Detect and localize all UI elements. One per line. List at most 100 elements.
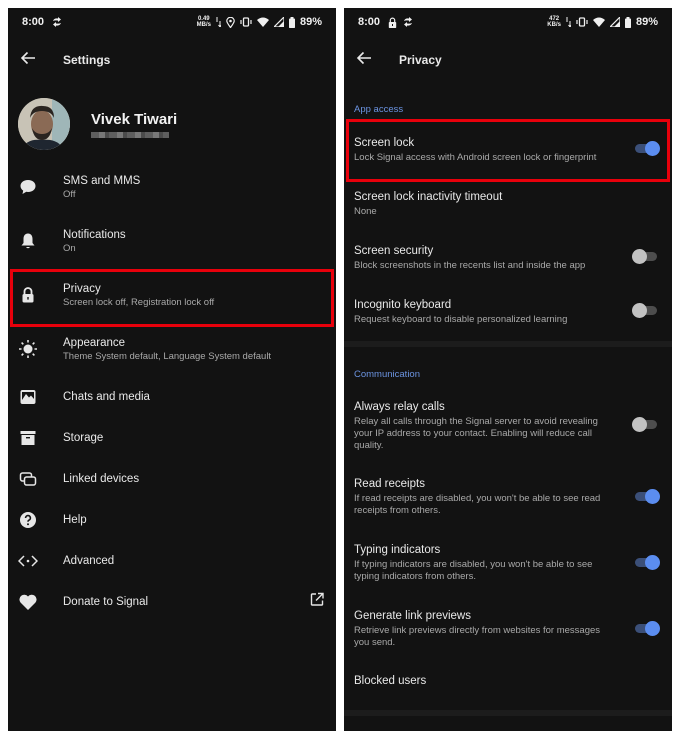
vibrate-icon [576, 17, 588, 27]
pref-summary: None [354, 206, 377, 217]
menu-item-label: Privacy [63, 282, 101, 295]
menu-item-label: Linked devices [63, 472, 140, 485]
section-title-app-access: App access [354, 104, 404, 115]
pref-label: Screen security [354, 245, 434, 257]
profile-name: Vivek Tiwari [91, 110, 178, 128]
pref-label: Incognito keyboard [354, 299, 452, 311]
screen-lock-toggle[interactable] [632, 141, 660, 156]
arrow-left-icon [20, 51, 36, 70]
menu-item-help[interactable]: Help [8, 499, 336, 540]
menu-item-summary: On [63, 242, 76, 254]
menu-item-notifications[interactable]: Notifications On [8, 214, 336, 268]
settings-menu: SMS and MMS Off Notifications On Privacy Sc… [8, 160, 336, 622]
profile-phone-blurred [91, 131, 169, 138]
net-speed: 0.49 MB/s [197, 16, 211, 28]
page-title: Settings [63, 53, 111, 67]
menu-item-label: Advanced [63, 554, 115, 567]
pref-generate-link-previews[interactable]: Generate link previews Retrieve link pre… [344, 598, 672, 664]
battery-percent: 89% [299, 16, 322, 28]
battery-icon [288, 16, 295, 28]
signal-icon [609, 17, 620, 27]
pref-summary: Relay all calls through the Signal serve… [354, 416, 598, 451]
menu-item-sms-and-mms[interactable]: SMS and MMS Off [8, 160, 336, 214]
menu-item-summary: Screen lock off, Registration lock off [63, 296, 215, 308]
menu-item-summary: Theme System default, Language System de… [63, 350, 272, 362]
pref-label: Screen lock inactivity timeout [354, 191, 503, 203]
menu-item-label: Help [63, 513, 87, 526]
link-previews-toggle[interactable] [632, 621, 660, 636]
pref-summary: Retrieve link previews directly from web… [354, 625, 601, 648]
menu-item-label: Chats and media [63, 390, 150, 403]
back-button[interactable] [8, 46, 48, 74]
pref-blocked-users[interactable]: Blocked users [344, 664, 672, 704]
menu-item-label: Notifications [63, 228, 126, 241]
data-arrows-icon [216, 17, 221, 27]
menu-item-chats-and-media[interactable]: Chats and media [8, 376, 336, 417]
net-speed-unit: MB/s [196, 22, 211, 28]
status-bar: 8:00 472 KB/s 89% [344, 8, 672, 36]
pref-typing-indicators[interactable]: Typing indicators If typing indicators a… [344, 532, 672, 598]
pref-summary: Lock Signal access with Android screen l… [354, 152, 597, 163]
linked-devices-icon [8, 470, 48, 488]
vibrate-icon [240, 17, 252, 27]
pref-label: Generate link previews [354, 610, 471, 622]
location-icon [226, 16, 235, 28]
lock-icon [8, 286, 48, 304]
archive-icon [8, 429, 48, 447]
menu-item-linked-devices[interactable]: Linked devices [8, 458, 336, 499]
page-title: Privacy [399, 53, 442, 67]
section-divider [344, 710, 672, 716]
pref-label: Screen lock [354, 137, 415, 149]
section-divider [344, 341, 672, 347]
menu-item-storage[interactable]: Storage [8, 417, 336, 458]
heart-icon [8, 593, 48, 611]
pref-summary: If typing indicators are disabled, you w… [354, 559, 593, 582]
sync-icon [403, 17, 413, 27]
pref-label: Typing indicators [354, 544, 441, 556]
settings-screen: 8:00 0.49 MB/s 89% Settings Vivek Tiwari… [8, 8, 336, 731]
menu-item-advanced[interactable]: Advanced [8, 540, 336, 581]
status-time: 8:00 [22, 16, 45, 28]
pref-screen-security[interactable]: Screen security Block screenshots in the… [344, 234, 672, 288]
status-bar: 8:00 0.49 MB/s 89% [8, 8, 336, 36]
menu-item-label: Appearance [63, 336, 126, 349]
read-receipts-toggle[interactable] [632, 489, 660, 504]
battery-icon [624, 16, 631, 28]
net-speed-unit: KB/s [547, 22, 561, 28]
external-link-icon [310, 592, 324, 611]
menu-item-privacy[interactable]: Privacy Screen lock off, Registration loc… [8, 268, 336, 322]
menu-item-summary: Off [63, 188, 76, 200]
menu-item-appearance[interactable]: Appearance Theme System default, Language… [8, 322, 336, 376]
back-button[interactable] [344, 46, 384, 74]
help-icon [8, 511, 48, 529]
pref-incognito-keyboard[interactable]: Incognito keyboard Request keyboard to d… [344, 288, 672, 342]
brightness-icon [8, 339, 48, 359]
pref-label: Blocked users [354, 675, 427, 687]
menu-item-label: Storage [63, 431, 104, 444]
menu-item-label: Donate to Signal [63, 595, 149, 608]
always-relay-calls-toggle[interactable] [632, 417, 658, 432]
signal-icon [273, 17, 284, 27]
app-bar: Settings [8, 46, 336, 74]
pref-screen-lock[interactable]: Screen lock Lock Signal access with Andr… [344, 126, 672, 180]
pref-label: Read receipts [354, 478, 425, 490]
app-bar: Privacy [344, 46, 672, 74]
data-arrows-icon [566, 17, 571, 27]
incognito-keyboard-toggle[interactable] [632, 303, 658, 318]
typing-indicators-toggle[interactable] [632, 555, 660, 570]
status-time: 8:00 [358, 16, 381, 28]
pref-summary: Block screenshots in the recents list an… [354, 260, 586, 271]
menu-item-label: SMS and MMS [63, 174, 141, 187]
avatar [18, 98, 70, 150]
battery-percent: 89% [635, 16, 658, 28]
code-icon [8, 554, 48, 568]
pref-always-relay-calls[interactable]: Always relay calls Relay all calls throu… [344, 390, 672, 464]
profile-row[interactable]: Vivek Tiwari [8, 96, 336, 152]
menu-item-donate[interactable]: Donate to Signal [8, 581, 336, 622]
chat-bubble-icon [8, 178, 48, 196]
pref-screen-lock-timeout[interactable]: Screen lock inactivity timeout None [344, 180, 672, 234]
screen-security-toggle[interactable] [632, 249, 658, 264]
lock-status-icon [388, 17, 397, 28]
privacy-screen: 8:00 472 KB/s 89% Privacy App access Scre… [344, 8, 672, 731]
pref-read-receipts[interactable]: Read receipts If read receipts are disab… [344, 466, 672, 532]
